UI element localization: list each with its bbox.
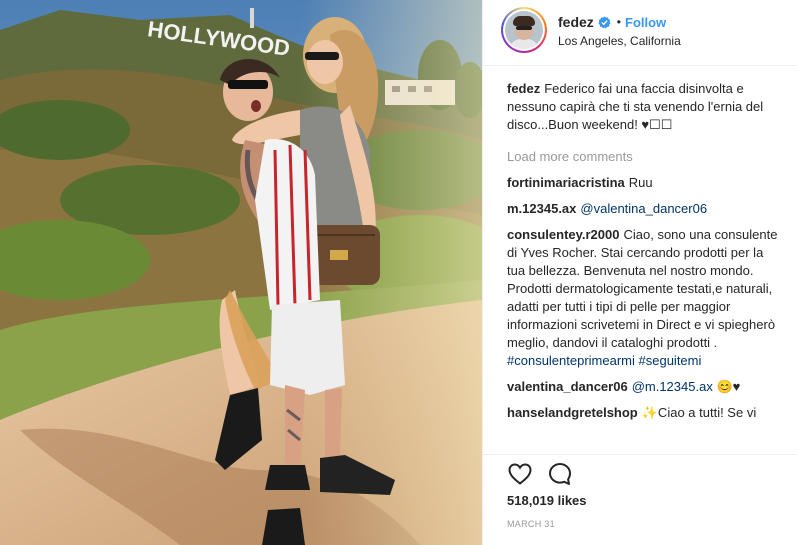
header-username[interactable]: fedez — [558, 14, 594, 30]
comment-text: Ciao, sono una consulente di Yves Rocher… — [507, 227, 778, 350]
comment-icon — [549, 463, 571, 485]
caption-username[interactable]: fedez — [507, 81, 540, 96]
post-header: fedez • Follow Los Angeles, California — [483, 0, 797, 66]
post-date[interactable]: MARCH 31 — [507, 519, 555, 529]
comments-list[interactable]: fedez Federico fai una faccia disinvolta … — [507, 80, 782, 453]
comment-button[interactable] — [547, 461, 573, 487]
post-actions: 518,019 likes MARCH 31 — [483, 454, 797, 545]
comment-hashtags[interactable]: #consulenteprimearmi #seguitemi — [507, 353, 701, 368]
comment-text: Ruu — [628, 175, 653, 190]
avatar[interactable] — [501, 7, 547, 53]
post-photo[interactable]: HOLLYWOOD — [0, 0, 482, 545]
comment-item: m.12345.ax @valentina_dancer06 — [507, 200, 782, 218]
comment-username[interactable]: valentina_dancer06 — [507, 379, 628, 394]
post-panel: fedez • Follow Los Angeles, California f… — [482, 0, 797, 545]
location-link[interactable]: Los Angeles, California — [558, 34, 681, 48]
action-icons — [507, 459, 587, 489]
heart-icon — [508, 463, 532, 485]
comment-item: hanselandgretelshop ✨Ciao a tutti! Se vi — [507, 404, 782, 422]
load-more-comments-button[interactable]: Load more comments — [507, 148, 782, 166]
separator-dot: • — [616, 15, 621, 29]
comment-username[interactable]: consulentey.r2000 — [507, 227, 619, 242]
instagram-post: HOLLYWOOD fedez • Follow Los Angeles, Ca… — [0, 0, 797, 545]
comment-text: ✨Ciao a tutti! Se vi — [641, 405, 757, 420]
comment-username[interactable]: fortinimariacristina — [507, 175, 625, 190]
comment-item: consulentey.r2000 Ciao, sono una consulen… — [507, 226, 782, 370]
caption: fedez Federico fai una faccia disinvolta … — [507, 80, 782, 134]
likes-count[interactable]: 518,019 likes — [507, 493, 587, 508]
user-line: fedez • Follow — [558, 13, 666, 31]
like-button[interactable] — [507, 461, 533, 487]
comment-text: 😊♥ — [716, 379, 741, 394]
comment-mention[interactable]: @valentina_dancer06 — [580, 201, 707, 216]
post-image: HOLLYWOOD — [0, 0, 482, 545]
comment-item: fortinimariacristina Ruu — [507, 174, 782, 192]
comment-username[interactable]: hanselandgretelshop — [507, 405, 638, 420]
comment-item: valentina_dancer06 @m.12345.ax 😊♥ — [507, 378, 782, 396]
comment-mention[interactable]: @m.12345.ax — [632, 379, 713, 394]
comment-username[interactable]: m.12345.ax — [507, 201, 576, 216]
caption-text: Federico fai una faccia disinvolta e nes… — [507, 81, 764, 132]
follow-button[interactable]: Follow — [625, 15, 666, 30]
verified-badge-icon — [598, 15, 611, 28]
